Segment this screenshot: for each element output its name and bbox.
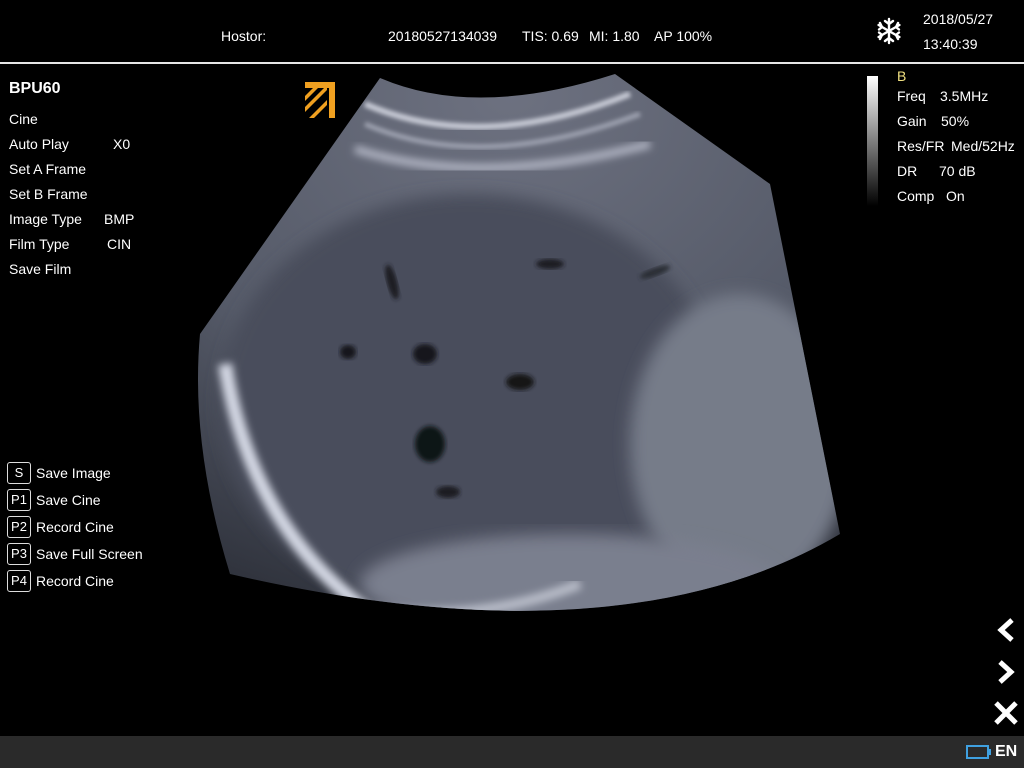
menu-item-value: BMP bbox=[104, 211, 135, 227]
param-value: Med/52Hz bbox=[951, 138, 1015, 154]
menu-item-label: Image Type bbox=[9, 211, 82, 227]
shortcut-save-full-screen[interactable]: P3 Save Full Screen bbox=[7, 542, 143, 565]
menu-item-auto-play[interactable]: Auto Play X0 bbox=[9, 136, 159, 161]
shortcut-key: P3 bbox=[7, 542, 31, 565]
param-value: On bbox=[946, 188, 965, 204]
menu-item-set-b-frame[interactable]: Set B Frame bbox=[9, 186, 159, 211]
param-label: Gain bbox=[897, 113, 927, 129]
menu-item-label: Auto Play bbox=[9, 136, 69, 152]
menu-item-value: X0 bbox=[113, 136, 131, 152]
param-comp: Comp On bbox=[897, 188, 1022, 213]
exam-id: 20180527134039 bbox=[388, 28, 498, 44]
battery-icon bbox=[966, 744, 992, 760]
shortcut-label: Record Cine bbox=[36, 518, 114, 535]
menu-item-image-type[interactable]: Image Type BMP bbox=[9, 211, 159, 236]
param-value: 70 dB bbox=[939, 163, 976, 179]
param-label: Res/FR bbox=[897, 138, 945, 154]
param-freq: Freq 3.5MHz bbox=[897, 88, 1022, 113]
menu-item-value: CIN bbox=[107, 236, 132, 252]
chevron-right-icon[interactable] bbox=[992, 658, 1020, 686]
menu-item-label: Set A Frame bbox=[9, 161, 87, 177]
shortcut-key: P1 bbox=[7, 488, 31, 511]
menu-item-cine[interactable]: Cine bbox=[9, 111, 159, 136]
shortcut-key: P4 bbox=[7, 569, 31, 592]
param-res-fr: Res/FR Med/52Hz bbox=[897, 138, 1022, 163]
ultrasound-image bbox=[198, 74, 840, 611]
snowflake-icon[interactable] bbox=[872, 14, 906, 48]
probe-name: BPU60 bbox=[9, 80, 61, 97]
ap-value: AP 100% bbox=[654, 28, 713, 44]
param-value: 3.5MHz bbox=[940, 88, 989, 104]
param-value: 50% bbox=[941, 113, 970, 129]
menu-item-film-type[interactable]: Film Type CIN bbox=[9, 236, 159, 261]
param-label: Comp bbox=[897, 188, 935, 204]
close-icon[interactable] bbox=[992, 699, 1020, 727]
shortcut-key: P2 bbox=[7, 515, 31, 538]
param-gain: Gain 50% bbox=[897, 113, 1022, 138]
date-text: 2018/05/27 bbox=[923, 11, 994, 27]
shortcut-save-image[interactable]: S Save Image bbox=[7, 461, 143, 484]
shortcut-list: S Save Image P1 Save Cine P2 Record Cine P3… bbox=[7, 461, 143, 596]
hostor-label: Hostor: bbox=[221, 28, 267, 44]
language-indicator[interactable]: EN bbox=[995, 743, 1017, 761]
shortcut-record-cine[interactable]: P2 Record Cine bbox=[7, 515, 143, 538]
menu-item-label: Film Type bbox=[9, 236, 70, 252]
top-bar: Hostor: 20180527134039 TIS: 0.69 MI: 1.8… bbox=[0, 0, 1024, 64]
menu-item-save-film[interactable]: Save Film bbox=[9, 261, 159, 286]
orientation-logo bbox=[305, 82, 335, 118]
menu-item-label: Save Film bbox=[9, 261, 72, 277]
chevron-left-icon[interactable] bbox=[992, 616, 1020, 644]
shortcut-label: Record Cine bbox=[36, 572, 114, 589]
mode-label: B bbox=[897, 68, 907, 84]
shortcut-label: Save Image bbox=[36, 464, 111, 481]
imaging-params: B Freq 3.5MHz Gain 50% Res/FR Med/52Hz DR 70… bbox=[897, 68, 1022, 213]
status-bar: EN bbox=[0, 736, 1024, 768]
time-text: 13:40:39 bbox=[923, 36, 978, 52]
shortcut-key: S bbox=[7, 461, 31, 484]
shortcut-record-cine-p4[interactable]: P4 Record Cine bbox=[7, 569, 143, 592]
tis-value: TIS: 0.69 bbox=[522, 28, 579, 44]
shortcut-label: Save Cine bbox=[36, 491, 101, 508]
param-dr: DR 70 dB bbox=[897, 163, 1022, 188]
menu-item-set-a-frame[interactable]: Set A Frame bbox=[9, 161, 159, 186]
menu-item-label: Set B Frame bbox=[9, 186, 88, 202]
menu-item-label: Cine bbox=[9, 111, 38, 127]
mi-value: MI: 1.80 bbox=[589, 28, 640, 44]
param-label: DR bbox=[897, 163, 918, 179]
cine-menu: Cine Auto Play X0 Set A Frame Set B Frame… bbox=[9, 111, 159, 286]
shortcut-save-cine[interactable]: P1 Save Cine bbox=[7, 488, 143, 511]
shortcut-label: Save Full Screen bbox=[36, 545, 143, 562]
param-label: Freq bbox=[897, 88, 926, 104]
grayscale-bar bbox=[867, 76, 878, 206]
